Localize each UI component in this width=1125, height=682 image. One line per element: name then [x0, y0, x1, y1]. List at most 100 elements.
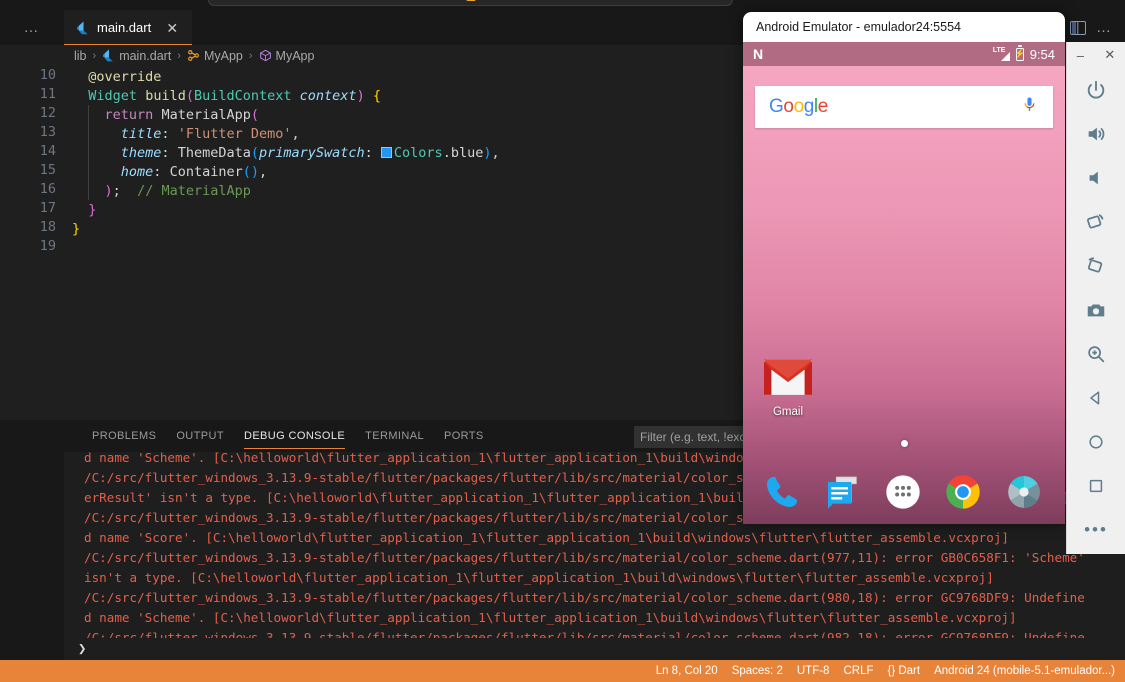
tab-main-dart[interactable]: main.dart ✕	[64, 10, 192, 45]
google-search-widget[interactable]: Google	[755, 86, 1053, 128]
battery-icon: ⚡	[1014, 47, 1025, 61]
app-drawer-icon[interactable]	[883, 472, 925, 514]
breadcrumb-separator: ›	[248, 50, 253, 62]
line-number: 12	[39, 105, 56, 121]
emulator-screen[interactable]: N LTE ⚡ 9:54 Google	[743, 42, 1065, 524]
code-text: ); // MaterialApp	[104, 182, 251, 199]
phone-icon[interactable]	[762, 472, 804, 514]
line-number: 13	[39, 124, 56, 140]
code-text: title: 'Flutter Demo',	[120, 125, 300, 142]
chevron-right-icon: ❯	[78, 641, 87, 657]
line-number: 18	[39, 219, 56, 235]
dart-icon	[102, 49, 115, 63]
class-symbol-icon	[187, 49, 200, 63]
color-swatch-icon	[380, 147, 392, 158]
android-version-badge: N	[753, 46, 764, 62]
code-text: }	[88, 201, 97, 218]
command-center-indicator	[466, 0, 475, 1]
app-icon-gmail[interactable]: Gmail	[760, 358, 816, 418]
tab-label: main.dart	[97, 20, 152, 35]
volume-up-icon[interactable]	[1074, 112, 1118, 156]
more-icon[interactable]: •••	[1074, 508, 1118, 552]
breadcrumb-label: MyApp	[203, 49, 243, 63]
line-number: 11	[39, 86, 56, 102]
app-label: Gmail	[772, 406, 804, 418]
console-line: /C:/src/flutter_windows_3.13.9-stable/fl…	[84, 590, 1085, 605]
android-dock	[743, 462, 1065, 524]
screenshot-icon[interactable]	[1074, 288, 1118, 332]
close-icon[interactable]: ✕	[164, 21, 180, 35]
line-number: 19	[39, 238, 56, 254]
android-status-bar: N LTE ⚡ 9:54	[743, 42, 1065, 66]
status-bar-item[interactable]: Ln 8, Col 20	[656, 665, 718, 677]
command-center[interactable]	[208, 0, 733, 6]
panel-tab-problems[interactable]: PROBLEMS	[82, 420, 166, 452]
home-icon[interactable]	[1074, 420, 1118, 464]
breadcrumb-separator: ›	[177, 50, 181, 62]
emulator-toolbar: – ✕ •••	[1066, 42, 1125, 554]
panel-tab-debug-console[interactable]: DEBUG CONSOLE	[234, 420, 355, 452]
code-text: home: Container(),	[120, 163, 268, 180]
android-emulator-window[interactable]: Android Emulator - emulador24:5554 N LTE…	[743, 12, 1065, 524]
debug-console-input-row[interactable]: ❯	[64, 638, 1125, 660]
lte-label: LTE	[992, 47, 1006, 54]
emulator-title-bar[interactable]: Android Emulator - emulador24:5554	[743, 12, 1065, 42]
code-text: }	[72, 220, 81, 237]
line-number: 10	[39, 67, 56, 83]
dart-icon	[76, 21, 90, 35]
zoom-icon[interactable]	[1074, 332, 1118, 376]
console-line: /C:/src/flutter_windows_3.13.9-stable/fl…	[84, 550, 1085, 565]
status-bar-item[interactable]: CRLF	[843, 665, 873, 677]
camera-icon[interactable]	[1004, 472, 1046, 514]
line-number: 14	[39, 143, 56, 159]
code-text: return MaterialApp(	[104, 106, 259, 123]
home-page-indicator	[901, 440, 908, 447]
code-text: Widget build(BuildContext context) {	[88, 87, 381, 104]
console-line: d name 'Score'. [C:\helloworld\flutter_a…	[84, 530, 1010, 545]
volume-down-icon[interactable]	[1074, 156, 1118, 200]
code-text: theme: ThemeData(primarySwatch: Colors .b…	[120, 144, 500, 161]
google-logo: Google	[769, 96, 828, 117]
panel-tab-ports[interactable]: PORTS	[434, 420, 494, 452]
panel-tab-output[interactable]: OUTPUT	[166, 420, 234, 452]
panel-tab-terminal[interactable]: TERMINAL	[355, 420, 434, 452]
code-text: @override	[88, 68, 162, 85]
more-actions-icon[interactable]: …	[1096, 19, 1113, 36]
chrome-icon[interactable]	[943, 472, 985, 514]
breadcrumb-item-method-myapp[interactable]: MyApp	[259, 49, 315, 63]
overview-icon[interactable]	[1074, 464, 1118, 508]
tab-overflow-button[interactable]: …	[0, 10, 64, 45]
minimize-button[interactable]: –	[1077, 48, 1084, 63]
status-bar-items[interactable]: Ln 8, Col 20 Spaces: 2 UTF-8 CRLF {} Dart And…	[656, 660, 1125, 682]
breadcrumb-separator: ›	[92, 50, 97, 62]
status-bar-item[interactable]: {} Dart	[887, 665, 920, 677]
lte-signal-icon: LTE	[993, 47, 1010, 61]
line-number: 16	[39, 181, 56, 197]
breadcrumb-item-lib[interactable]: lib	[74, 49, 87, 63]
status-bar-item[interactable]: UTF-8	[797, 665, 830, 677]
console-line: d name 'Scheme'. [C:\helloworld\flutter_…	[84, 610, 1017, 625]
line-number: 15	[39, 162, 56, 178]
line-number: 17	[39, 200, 56, 216]
breadcrumb-item-main-dart[interactable]: main.dart	[102, 49, 171, 63]
breadcrumb-label: main.dart	[119, 49, 172, 63]
microphone-icon[interactable]	[1020, 95, 1039, 119]
rotate-right-icon[interactable]	[1074, 244, 1118, 288]
breadcrumb-item-class-myapp[interactable]: MyApp	[187, 49, 243, 63]
breadcrumb-label: MyApp	[275, 49, 315, 63]
messages-icon[interactable]	[823, 472, 865, 514]
clock: 9:54	[1029, 46, 1055, 62]
status-bar-item[interactable]: Android 24 (mobile-5.1-emulador...)	[934, 665, 1115, 677]
editor-actions: …	[1070, 10, 1125, 45]
status-bar-right: LTE ⚡ 9:54	[993, 47, 1055, 62]
status-bar-item[interactable]: Spaces: 2	[732, 665, 783, 677]
emulator-window-controls: – ✕	[1067, 42, 1125, 68]
split-editor-icon[interactable]	[1070, 20, 1086, 35]
breadcrumb-label: lib	[74, 49, 87, 63]
close-button[interactable]: ✕	[1104, 47, 1115, 63]
method-symbol-icon	[259, 49, 272, 63]
power-icon[interactable]	[1074, 68, 1118, 112]
back-icon[interactable]	[1074, 376, 1118, 420]
rotate-left-icon[interactable]	[1074, 200, 1118, 244]
gmail-icon	[763, 359, 813, 400]
